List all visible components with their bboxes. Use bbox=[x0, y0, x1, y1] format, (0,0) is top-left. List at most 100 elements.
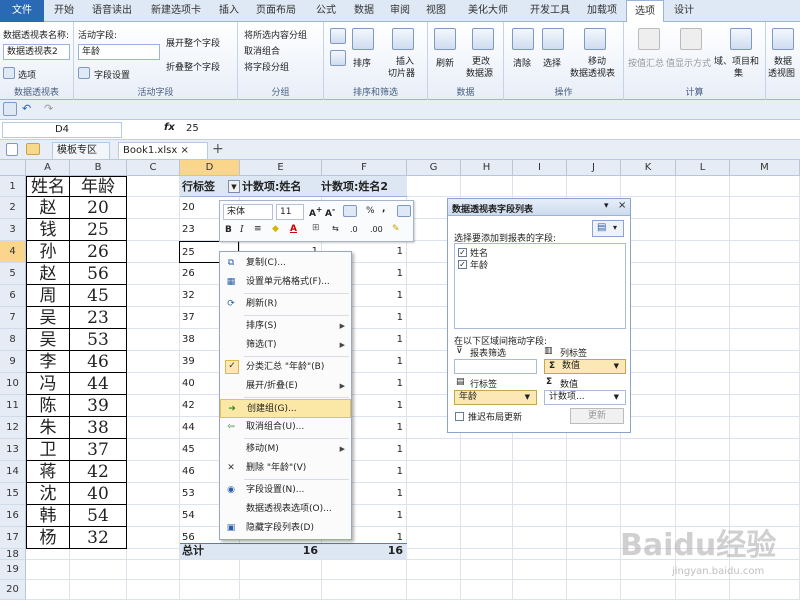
bold-icon[interactable]: B bbox=[225, 225, 232, 235]
sort-icon[interactable] bbox=[352, 28, 374, 50]
select-all-corner[interactable] bbox=[0, 160, 26, 176]
column-header-F[interactable]: F bbox=[322, 160, 407, 176]
sets-label[interactable]: 集 bbox=[734, 66, 743, 79]
refresh-icon[interactable] bbox=[434, 28, 456, 50]
menu-item-19[interactable]: 隐藏字段列表(D) ▣ bbox=[220, 519, 351, 538]
open-folder-icon[interactable] bbox=[26, 143, 40, 155]
row-header-16[interactable]: 16 bbox=[0, 505, 26, 527]
comma-button[interactable]: , bbox=[382, 204, 385, 214]
font-size-select[interactable]: 11 bbox=[276, 204, 304, 220]
column-header-J[interactable]: J bbox=[567, 160, 621, 176]
row-header-17[interactable]: 17 bbox=[0, 527, 26, 549]
row-header-13[interactable]: 13 bbox=[0, 439, 26, 461]
source-header-name[interactable]: 姓名 bbox=[26, 176, 70, 197]
ungroup-button[interactable]: 取消组合 bbox=[244, 44, 280, 57]
row-header-19[interactable]: 19 bbox=[0, 560, 26, 580]
menu-item-17[interactable]: 字段设置(N)... ◉ bbox=[220, 481, 351, 500]
undo-icon[interactable]: ↶ bbox=[22, 102, 36, 116]
ribbon-tab-8[interactable]: 审阅 bbox=[384, 0, 416, 22]
row-header-12[interactable]: 12 bbox=[0, 417, 26, 439]
decrease-decimal-icon[interactable]: .00 bbox=[370, 225, 383, 234]
show-values-button[interactable]: 值显示方式 bbox=[666, 56, 711, 69]
source-age-cell[interactable]: 32 bbox=[69, 526, 127, 549]
select-icon[interactable] bbox=[542, 28, 564, 50]
update-button[interactable]: 更新 bbox=[570, 408, 624, 424]
source-name-cell[interactable]: 冯 bbox=[26, 372, 70, 395]
source-age-cell[interactable]: 45 bbox=[69, 284, 127, 307]
source-age-cell[interactable]: 39 bbox=[69, 394, 127, 417]
source-age-cell[interactable]: 26 bbox=[69, 240, 127, 263]
source-name-cell[interactable]: 蒋 bbox=[26, 460, 70, 483]
row-header-18[interactable]: 18 bbox=[0, 549, 26, 560]
ribbon-tab-3[interactable]: 新建选项卡 bbox=[142, 0, 210, 22]
tab-template-zone[interactable]: 模板专区 bbox=[52, 142, 110, 159]
source-age-cell[interactable]: 38 bbox=[69, 416, 127, 439]
source-name-cell[interactable]: 吴 bbox=[26, 328, 70, 351]
select-button[interactable]: 选择 bbox=[543, 56, 561, 69]
grow-font-icon[interactable]: A+ bbox=[309, 205, 322, 219]
row-header-6[interactable]: 6 bbox=[0, 285, 26, 307]
source-age-cell[interactable]: 40 bbox=[69, 482, 127, 505]
row-header-5[interactable]: 5 bbox=[0, 263, 26, 285]
menu-item-0[interactable]: 复制(C)... ⧉ bbox=[220, 254, 351, 273]
fields-items-icon[interactable] bbox=[730, 28, 752, 50]
fill-color-icon[interactable]: ◆ bbox=[272, 224, 279, 234]
source-name-cell[interactable]: 沈 bbox=[26, 482, 70, 505]
italic-icon[interactable]: I bbox=[240, 225, 244, 235]
column-header-G[interactable]: G bbox=[407, 160, 461, 176]
row-age-field[interactable]: 年龄 ▼ bbox=[454, 390, 537, 405]
source-age-cell[interactable]: 25 bbox=[69, 218, 127, 241]
report-filter-area[interactable] bbox=[454, 359, 537, 374]
refresh-button[interactable]: 刷新 bbox=[436, 56, 454, 69]
ribbon-tab-4[interactable]: 插入 bbox=[212, 0, 246, 22]
column-header-M[interactable]: M bbox=[730, 160, 800, 176]
row-header-9[interactable]: 9 bbox=[0, 351, 26, 373]
ribbon-tab-14[interactable]: 设计 bbox=[664, 0, 704, 22]
pivot-chart-label-2[interactable]: 透视图 bbox=[768, 66, 795, 79]
ribbon-tab-0[interactable]: 文件 bbox=[0, 0, 44, 22]
group-selection-button[interactable]: 将所选内容分组 bbox=[244, 28, 307, 41]
align-center-icon[interactable]: ≡ bbox=[254, 224, 262, 234]
row-header-15[interactable]: 15 bbox=[0, 483, 26, 505]
source-name-cell[interactable]: 韩 bbox=[26, 504, 70, 527]
source-name-cell[interactable]: 卫 bbox=[26, 438, 70, 461]
sort-asc-icon[interactable] bbox=[330, 28, 346, 44]
eraser-icon[interactable]: ✎ bbox=[392, 224, 400, 234]
source-age-cell[interactable]: 56 bbox=[69, 262, 127, 285]
collapse-field-button[interactable]: 折叠整个字段 bbox=[166, 60, 220, 73]
menu-item-12[interactable]: 取消组合(U)... ⇦ bbox=[220, 418, 351, 437]
slicer-icon[interactable] bbox=[392, 28, 414, 50]
field-name-checkbox[interactable]: ✓ bbox=[458, 248, 467, 257]
column-header-C[interactable]: C bbox=[127, 160, 180, 176]
close-icon[interactable]: × bbox=[180, 145, 188, 156]
column-header-H[interactable]: H bbox=[461, 160, 513, 176]
row-header-8[interactable]: 8 bbox=[0, 329, 26, 351]
menu-item-8[interactable]: 分类汇总 "年龄"(B) ✓ bbox=[220, 358, 351, 377]
column-header-K[interactable]: K bbox=[621, 160, 676, 176]
ribbon-tab-2[interactable]: 语音读出 bbox=[84, 0, 140, 22]
sort-desc-icon[interactable] bbox=[330, 50, 346, 66]
source-age-cell[interactable]: 20 bbox=[69, 196, 127, 219]
ribbon-tab-13[interactable]: 选项 bbox=[626, 0, 664, 23]
insert-slicer-label-2[interactable]: 切片器 bbox=[388, 66, 415, 79]
source-age-cell[interactable]: 53 bbox=[69, 328, 127, 351]
percent-button[interactable]: % bbox=[366, 206, 375, 216]
layout-button[interactable]: ▤ ▾ bbox=[592, 220, 624, 237]
menu-item-6[interactable]: 筛选(T) ▶ bbox=[220, 336, 351, 355]
menu-item-3[interactable]: 刷新(R) ⟳ bbox=[220, 295, 351, 314]
row-header-3[interactable]: 3 bbox=[0, 219, 26, 241]
column-header-B[interactable]: B bbox=[70, 160, 127, 176]
source-name-cell[interactable]: 李 bbox=[26, 350, 70, 373]
values-count-field[interactable]: 计数项... ▼ bbox=[544, 390, 626, 405]
source-name-cell[interactable]: 周 bbox=[26, 284, 70, 307]
source-name-cell[interactable]: 吴 bbox=[26, 306, 70, 329]
pivot-row-labels-header[interactable]: 行标签 bbox=[182, 176, 232, 197]
menu-item-14[interactable]: 移动(M) ▶ bbox=[220, 440, 351, 459]
ribbon-tab-11[interactable]: 开发工具 bbox=[522, 0, 578, 22]
source-age-cell[interactable]: 23 bbox=[69, 306, 127, 329]
shrink-font-icon[interactable]: A- bbox=[325, 205, 335, 219]
save-icon[interactable] bbox=[3, 102, 17, 116]
format-painter-icon[interactable] bbox=[397, 205, 411, 217]
tab-book1[interactable]: Book1.xlsx × bbox=[118, 142, 208, 159]
increase-decimal-icon[interactable]: .0 bbox=[350, 225, 358, 234]
